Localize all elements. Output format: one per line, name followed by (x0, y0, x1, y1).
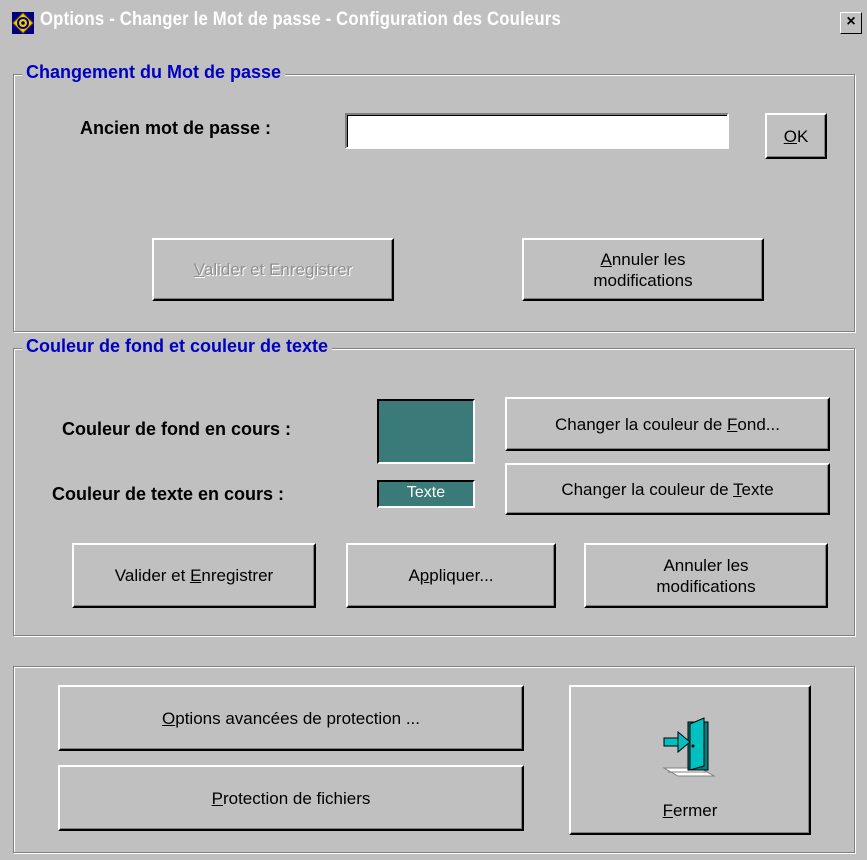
change-text-color-label: Changer la couleur de Texte (561, 479, 774, 499)
old-password-label: Ancien mot de passe : (80, 118, 272, 138)
advanced-protection-label: Options avancées de protection ... (162, 708, 420, 728)
validate-colors-button[interactable]: Valider et Enregistrer (72, 543, 316, 608)
window-title: Options - Changer le Mot de passe - Conf… (40, 9, 561, 30)
close-button-label: Fermer (662, 801, 718, 820)
text-color-sample: Texte (377, 480, 475, 508)
title-bar[interactable]: Options - Changer le Mot de passe - Conf… (6, 6, 862, 38)
text-color-label: Couleur de texte en cours : (52, 484, 285, 504)
file-protection-label: Protection de fichiers (211, 788, 371, 808)
cancel-password-label: Annuler les modifications (593, 249, 693, 290)
color-group-legend: Couleur de fond et couleur de texte (22, 336, 333, 357)
close-window-button[interactable]: × (840, 12, 862, 34)
cancel-colors-label: Annuler les modifications (656, 555, 756, 596)
options-window: Options - Changer le Mot de passe - Conf… (0, 0, 867, 860)
ok-button[interactable]: OK (765, 113, 827, 159)
app-logo-icon (12, 12, 34, 34)
ok-button-label: OK (783, 126, 809, 146)
password-group-legend: Changement du Mot de passe (22, 62, 286, 83)
change-text-color-button[interactable]: Changer la couleur de Texte (505, 463, 830, 515)
change-bg-color-button[interactable]: Changer la couleur de Fond... (505, 397, 830, 451)
validate-colors-label: Valider et Enregistrer (114, 566, 274, 585)
cancel-password-button[interactable]: Annuler les modifications (522, 238, 764, 301)
cancel-colors-button[interactable]: Annuler les modifications (584, 543, 828, 608)
close-button[interactable]: Fermer (569, 685, 811, 835)
exit-door-icon (662, 717, 716, 777)
old-password-input[interactable] (345, 113, 729, 149)
bg-color-label: Couleur de fond en cours : (62, 419, 292, 439)
apply-colors-button[interactable]: Appliquer... (346, 543, 556, 608)
advanced-protection-button[interactable]: Options avancées de protection ... (58, 685, 524, 751)
apply-colors-label: Appliquer... (408, 566, 494, 585)
validate-password-button[interactable]: Valider et Enregistrer (152, 238, 394, 301)
change-bg-color-label: Changer la couleur de Fond... (555, 414, 780, 434)
file-protection-button[interactable]: Protection de fichiers (58, 765, 524, 831)
validate-password-label: Valider et Enregistrer (193, 260, 353, 279)
bg-color-swatch (377, 399, 475, 464)
